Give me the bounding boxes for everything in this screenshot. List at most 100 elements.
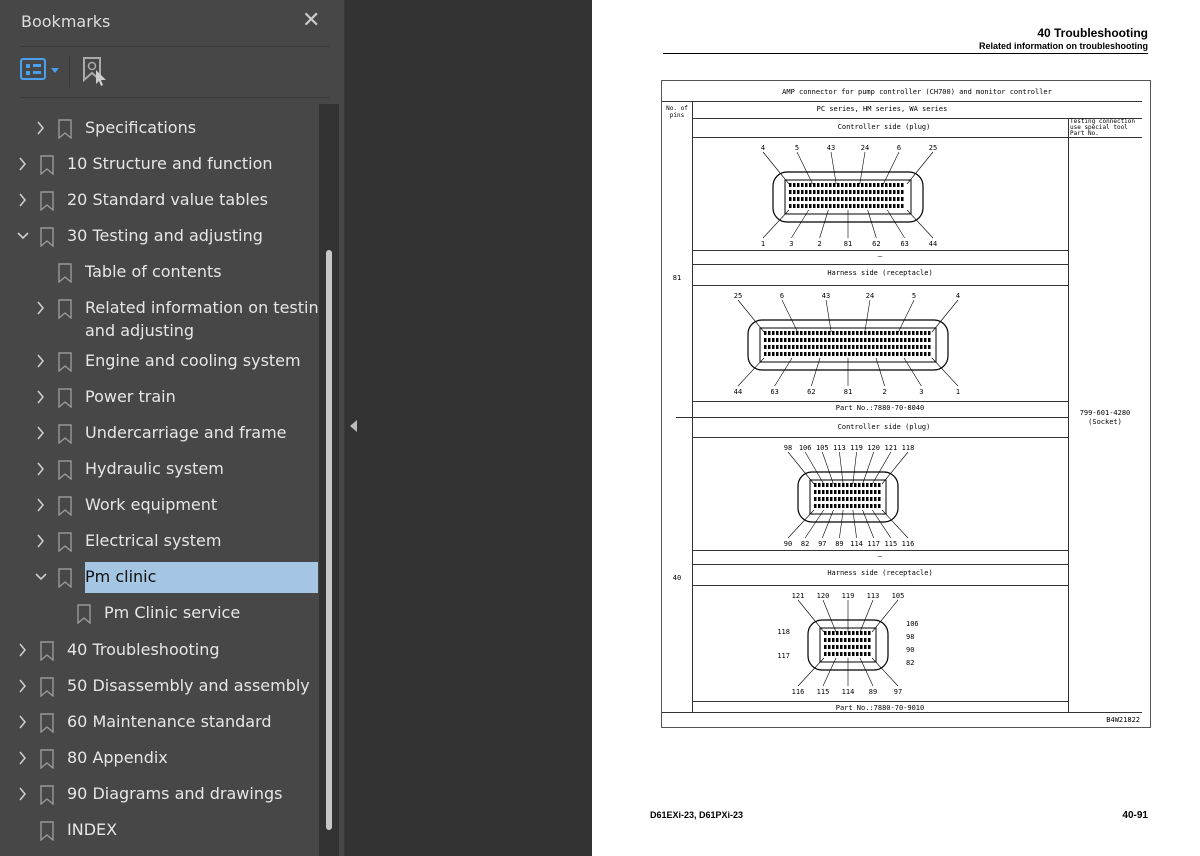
bookmark-item[interactable]: 80 Appendix <box>0 748 318 778</box>
bookmark-icon <box>40 785 54 805</box>
divider <box>20 46 330 47</box>
bookmark-label: 20 Standard value tables <box>67 190 268 209</box>
table-rule <box>692 701 1068 702</box>
bookmark-item[interactable]: Electrical system <box>0 531 318 561</box>
pin-label: 115 <box>885 540 898 548</box>
chevron-right-icon[interactable] <box>35 461 47 477</box>
bookmark-item[interactable]: Pm clinic <box>0 562 318 597</box>
bookmark-label: 90 Diagrams and drawings <box>67 784 283 803</box>
pin-label: 3 <box>919 388 923 396</box>
bookmark-label: INDEX <box>67 820 118 839</box>
table-title: AMP connector for pump controller (CH700… <box>782 88 1052 96</box>
bookmark-item[interactable]: Specifications <box>0 118 318 148</box>
divider <box>69 55 70 87</box>
bookmark-icon <box>58 496 72 516</box>
bookmark-item[interactable]: Table of contents <box>0 262 318 292</box>
chevron-right-icon[interactable] <box>17 750 29 766</box>
chevron-down-icon[interactable] <box>51 68 59 73</box>
bookmark-item[interactable]: Work equipment <box>0 495 318 525</box>
pin-label: 118 <box>777 628 790 636</box>
bookmark-item[interactable]: Pm Clinic service <box>0 603 318 633</box>
pin-count: 40 <box>672 574 682 582</box>
pin-label: 3 <box>789 240 793 248</box>
table-rule <box>692 250 1068 251</box>
chevron-right-icon[interactable] <box>35 389 47 405</box>
bookmark-icon <box>40 821 54 841</box>
pin-label: 120 <box>867 444 880 452</box>
find-current-bookmark-icon[interactable] <box>82 56 108 86</box>
connector-drawing-receptacle: 25 6 43 24 5 444 63 62 81 2 3 1 <box>734 292 960 396</box>
chevron-right-icon[interactable] <box>17 156 29 172</box>
pin-label: 43 <box>827 144 835 152</box>
bookmark-item[interactable]: 10 Structure and function <box>0 154 318 184</box>
chevron-down-icon[interactable] <box>35 569 47 585</box>
bookmark-item[interactable]: Related information on testing and adjust… <box>0 298 329 340</box>
chevron-right-icon[interactable] <box>35 120 47 136</box>
bookmark-item[interactable]: 90 Diagrams and drawings <box>0 784 318 814</box>
bookmark-label: Pm clinic <box>85 562 318 593</box>
pin-label: 24 <box>861 144 869 152</box>
pin-label: 114 <box>842 688 855 696</box>
pin-label: 106 <box>906 620 919 628</box>
chevron-right-icon[interactable] <box>17 678 29 694</box>
panel-title: Bookmarks <box>21 12 111 31</box>
pin-label: 81 <box>844 388 852 396</box>
scrollbar-thumb[interactable] <box>326 250 332 830</box>
pin-label: 89 <box>835 540 843 548</box>
table-rule <box>692 564 1068 565</box>
bookmark-item[interactable]: 20 Standard value tables <box>0 190 318 220</box>
connector-table: AMP connector for pump controller (CH700… <box>661 80 1151 728</box>
bookmark-icon <box>40 641 54 661</box>
bookmark-item[interactable]: Power train <box>0 387 318 417</box>
bookmark-item[interactable]: INDEX <box>0 820 318 850</box>
bookmark-icon <box>58 424 72 444</box>
bookmark-label: Engine and cooling system <box>85 351 301 370</box>
pin-label: 117 <box>777 652 790 660</box>
bookmark-label: Power train <box>85 387 176 406</box>
pin-label: 113 <box>833 444 846 452</box>
bookmark-item[interactable]: 50 Disassembly and assembly <box>0 676 318 706</box>
bookmark-icon <box>58 119 72 139</box>
bookmark-icon <box>58 352 72 372</box>
pin-label: 5 <box>795 144 799 152</box>
collapse-panel-icon[interactable] <box>350 420 357 432</box>
chevron-right-icon[interactable] <box>35 497 47 513</box>
pin-label: 105 <box>892 592 905 600</box>
bookmark-item[interactable]: 60 Maintenance standard <box>0 712 318 742</box>
bookmark-item[interactable]: Undercarriage and frame <box>0 423 318 453</box>
bookmark-icon <box>40 677 54 697</box>
bookmark-icon <box>58 388 72 408</box>
chevron-right-icon[interactable] <box>17 642 29 658</box>
table-rule <box>662 101 1142 102</box>
chevron-right-icon[interactable] <box>35 353 47 369</box>
pin-label: 121 <box>885 444 898 452</box>
chevron-right-icon[interactable] <box>35 425 47 441</box>
bookmark-label: 10 Structure and function <box>67 154 273 173</box>
bookmark-label: 80 Appendix <box>67 748 168 767</box>
list-options-icon[interactable] <box>20 58 46 80</box>
chevron-right-icon[interactable] <box>17 714 29 730</box>
chevron-right-icon[interactable] <box>17 786 29 802</box>
part-number: Part No.:7880-70-9010 <box>835 704 925 712</box>
pin-label: 63 <box>770 388 778 396</box>
dash-cell: — <box>877 252 883 260</box>
chevron-right-icon[interactable] <box>17 192 29 208</box>
bookmark-label: 30 Testing and adjusting <box>67 226 263 245</box>
close-icon[interactable]: ✕ <box>302 8 320 33</box>
chevron-right-icon[interactable] <box>35 300 47 316</box>
chevron-down-icon[interactable] <box>17 228 29 244</box>
chevron-right-icon[interactable] <box>35 533 47 549</box>
pin-label: 119 <box>842 592 855 600</box>
pin-label: 81 <box>844 240 852 248</box>
pin-label: 97 <box>894 688 902 696</box>
bookmark-item[interactable]: 30 Testing and adjusting <box>0 226 318 256</box>
table-rule <box>692 264 1068 265</box>
bookmark-item[interactable]: 40 Troubleshooting <box>0 640 318 670</box>
bookmark-item[interactable]: Hydraulic system <box>0 459 318 489</box>
table-rule <box>692 550 1068 551</box>
scrollbar[interactable] <box>319 104 339 856</box>
table-rule <box>676 417 1068 418</box>
footer-page-number: 40-91 <box>1122 810 1148 821</box>
bookmark-label: Specifications <box>85 118 197 137</box>
bookmark-item[interactable]: Engine and cooling system <box>0 351 318 381</box>
